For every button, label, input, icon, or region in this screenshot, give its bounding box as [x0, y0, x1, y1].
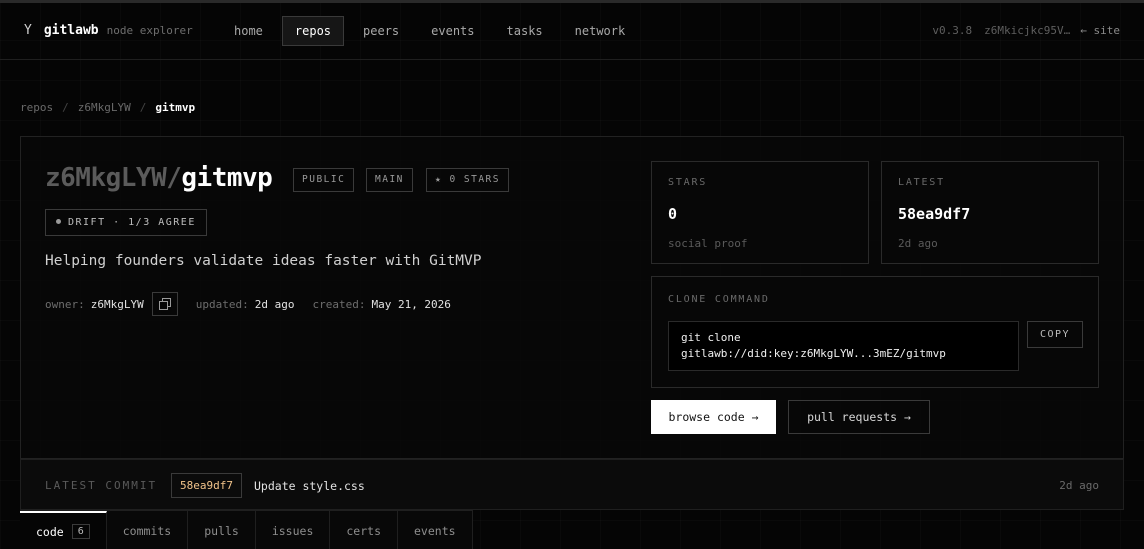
clone-command-panel: CLONE COMMAND git clone gitlawb://did:ke… [651, 276, 1099, 388]
nav-peers[interactable]: peers [350, 16, 412, 46]
nav-events[interactable]: events [418, 16, 487, 46]
latest-stat-card: LATEST 58ea9df7 2d ago [881, 161, 1099, 264]
pull-requests-button[interactable]: pull requests → [788, 400, 930, 434]
version-label: v0.3.8 [932, 24, 973, 37]
latest-commit-label: LATEST COMMIT [45, 479, 158, 492]
copy-clone-button[interactable]: COPY [1027, 321, 1083, 348]
main-nav: home repos peers events tasks network [221, 16, 644, 46]
repo-name: gitmvp [181, 163, 273, 193]
tab-label: certs [346, 523, 381, 538]
repo-overview-card: z6MkgLYW/gitmvp PUBLIC MAIN ★ 0 STARS DR… [20, 136, 1124, 459]
copy-owner-button[interactable] [151, 292, 178, 316]
status-dot-icon [56, 218, 61, 224]
brand-name: gitlawb [43, 23, 99, 38]
clone-command-label: CLONE COMMAND [668, 294, 770, 305]
nav-tasks[interactable]: tasks [494, 16, 556, 46]
tab-label: pulls [204, 523, 239, 538]
updated-label: updated: [195, 297, 249, 311]
top-header: Y gitlawb node explorer home repos peers… [0, 3, 1144, 60]
tab-count-badge: 6 [71, 524, 90, 539]
repo-title: z6MkgLYW/gitmvp [45, 163, 273, 193]
browse-code-button[interactable]: browse code → [651, 400, 776, 434]
latest-commit-bar: LATEST COMMIT 58ea9df7 Update style.css … [20, 459, 1124, 510]
tab-label: code [36, 524, 64, 539]
clone-command-line: git clone [681, 331, 741, 344]
back-to-site-link[interactable]: ← site [1080, 24, 1120, 37]
tab-events[interactable]: events [398, 511, 473, 549]
tab-label: events [414, 523, 456, 538]
gitlawb-logo-icon: Y [24, 23, 32, 38]
stars-stat-sub: social proof [668, 237, 748, 250]
repo-owner[interactable]: z6MkgLYW/ [45, 163, 182, 193]
tab-code[interactable]: code 6 [20, 511, 107, 549]
commit-sha[interactable]: 58ea9df7 [171, 473, 242, 498]
visibility-badge: PUBLIC [293, 168, 355, 192]
repo-meta: owner: z6MkgLYW updated: 2d ago created:… [45, 292, 451, 316]
breadcrumb-owner[interactable]: z6MkgLYW [78, 101, 131, 114]
updated-value: 2d ago [254, 297, 295, 311]
clone-command-text[interactable]: git clone gitlawb://did:key:z6MkgLYW...3… [668, 321, 1019, 371]
commit-message[interactable]: Update style.css [254, 479, 365, 493]
stars-stat-value: 0 [668, 205, 678, 223]
stars-stat-label: STARS [668, 177, 708, 188]
header-meta: v0.3.8 z6Mkicjkc95V… ← site [920, 24, 1120, 37]
owner-label: owner: [45, 297, 85, 311]
created-value: May 21, 2026 [371, 297, 451, 311]
copy-icon [158, 298, 171, 310]
latest-stat-label: LATEST [898, 177, 945, 188]
breadcrumb-current: gitmvp [155, 101, 196, 114]
branch-badge: MAIN [366, 168, 413, 192]
node-id: z6Mkicjkc95V… [984, 24, 1071, 37]
breadcrumb: repos / z6MkgLYW / gitmvp [20, 101, 195, 114]
breadcrumb-separator: / [139, 101, 147, 114]
breadcrumb-repos[interactable]: repos [20, 101, 53, 114]
created-label: created: [312, 297, 366, 311]
clone-command-url: gitlawb://did:key:z6MkgLYW...3mEZ/gitmvp [681, 347, 946, 360]
owner-value: z6MkgLYW [90, 297, 144, 311]
repo-tabs: code 6 commits pulls issues certs events [20, 510, 473, 549]
nav-repos[interactable]: repos [281, 16, 345, 46]
breadcrumb-separator: / [62, 101, 69, 114]
repo-description: Helping founders validate ideas faster w… [45, 253, 482, 269]
stars-badge[interactable]: ★ 0 STARS [426, 168, 509, 192]
tab-pulls[interactable]: pulls [188, 511, 256, 549]
brand[interactable]: Y gitlawb node explorer [24, 23, 193, 38]
tab-label: issues [271, 523, 314, 538]
latest-stat-value[interactable]: 58ea9df7 [898, 205, 970, 223]
tab-certs[interactable]: certs [330, 511, 398, 549]
latest-stat-sub: 2d ago [898, 237, 938, 250]
tab-issues[interactable]: issues [255, 511, 331, 549]
nav-network[interactable]: network [562, 16, 639, 46]
nav-home[interactable]: home [221, 16, 276, 46]
drift-status-badge: DRIFT · 1/3 AGREE [45, 209, 207, 236]
brand-subtitle: node explorer [106, 24, 193, 37]
tab-commits[interactable]: commits [106, 511, 189, 549]
stars-stat-card: STARS 0 social proof [651, 161, 869, 264]
tab-label: commits [122, 523, 172, 538]
commit-time: 2d ago [1059, 479, 1099, 492]
drift-label: DRIFT · 1/3 AGREE [68, 217, 196, 228]
